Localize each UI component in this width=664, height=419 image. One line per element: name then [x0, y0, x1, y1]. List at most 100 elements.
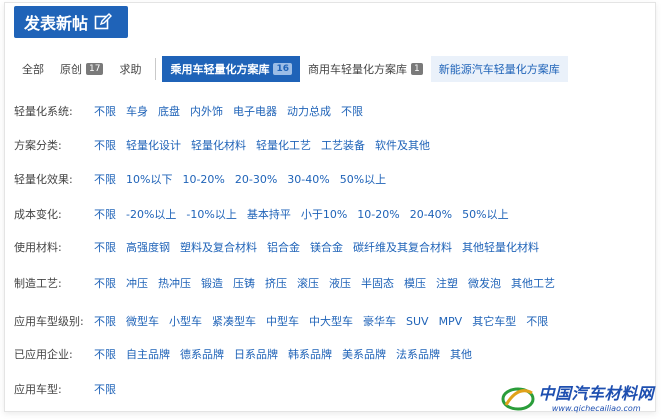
filter-option[interactable]: 不限	[526, 313, 548, 329]
filter-option[interactable]: 液压	[329, 275, 351, 291]
filter-option[interactable]: 碳纤维及其复合材料	[353, 239, 452, 255]
filter-option[interactable]: 20-40%	[410, 208, 452, 221]
filter-option[interactable]: 10%以下	[126, 171, 172, 187]
tab-label: 新能源汽车轻量化方案库	[438, 63, 560, 76]
filter-option[interactable]: 不限	[341, 103, 363, 119]
filter-option[interactable]: 中大型车	[309, 313, 353, 329]
filter-row: 成本变化: 不限 -20%以上 -10%以上 基本持平 小于10% 10-20% 20-40%…	[14, 206, 519, 222]
filter-option[interactable]: 不限	[94, 206, 116, 222]
filter-option[interactable]: 铝合金	[267, 239, 300, 255]
tab-2[interactable]: 求助	[111, 56, 149, 82]
filter-option[interactable]: 小于10%	[301, 206, 347, 222]
filter-option[interactable]: 车身	[126, 103, 148, 119]
filter-option[interactable]: 不限	[94, 239, 116, 255]
tab-5[interactable]: 新能源汽车轻量化方案库	[430, 56, 568, 82]
filter-option[interactable]: 工艺装备	[321, 137, 365, 153]
filter-option[interactable]: 半固态	[361, 275, 394, 291]
filter-option[interactable]: 10-20%	[182, 173, 224, 186]
filter-option[interactable]: 压铸	[233, 275, 255, 291]
filter-option[interactable]: 轻量化材料	[191, 137, 246, 153]
filter-option[interactable]: 自主品牌	[126, 346, 170, 362]
filter-row: 使用材料: 不限 高强度钢 塑料及复合材料 铝合金 镁合金 碳纤维及其复合材料 其他轻量化材料	[14, 239, 549, 255]
filter-option[interactable]: 小型车	[169, 313, 202, 329]
filter-option[interactable]: 美系品牌	[342, 346, 386, 362]
filter-option[interactable]: SUV	[406, 315, 429, 328]
filter-option[interactable]: 不限	[94, 381, 116, 397]
filter-option[interactable]: 法系品牌	[396, 346, 440, 362]
filter-option[interactable]: 热冲压	[158, 275, 191, 291]
filter-label: 轻量化系统:	[14, 105, 73, 118]
filter-option[interactable]: 电子电器	[233, 103, 277, 119]
filter-row: 轻量化效果: 不限 10%以下 10-20% 20-30% 30-40% 50%以上	[14, 171, 396, 187]
filter-option[interactable]: 30-40%	[287, 173, 329, 186]
post-button-label: 发表新帖	[24, 14, 89, 33]
filter-option[interactable]: 50%以上	[340, 171, 386, 187]
tab-1[interactable]: 原创 17	[52, 56, 111, 82]
filter-option[interactable]: 不限	[94, 103, 116, 119]
filter-option[interactable]: 挤压	[265, 275, 287, 291]
filter-option[interactable]: 滚压	[297, 275, 319, 291]
filter-option[interactable]: 软件及其他	[375, 137, 430, 153]
filter-option[interactable]: 韩系品牌	[288, 346, 332, 362]
filter-option[interactable]: 不限	[94, 275, 116, 291]
filter-option[interactable]: 不限	[94, 137, 116, 153]
filter-option[interactable]: -20%以上	[126, 206, 176, 222]
filter-option[interactable]: 动力总成	[287, 103, 331, 119]
tab-label: 原创	[60, 63, 82, 76]
filter-option[interactable]: 其他轻量化材料	[462, 239, 539, 255]
filter-label: 方案分类:	[14, 139, 62, 152]
filter-option[interactable]: 不限	[94, 171, 116, 187]
filter-option[interactable]: 高强度钢	[126, 239, 170, 255]
filter-row: 制造工艺: 不限 冲压 热冲压 锻造 压铸 挤压 滚压 液压 半固态 模压 注塑 微发泡 其他工艺	[14, 275, 565, 291]
post-new-thread-button[interactable]: 发表新帖	[14, 6, 128, 38]
tab-label: 全部	[22, 63, 44, 76]
filter-option[interactable]: 其它车型	[472, 313, 516, 329]
filter-option[interactable]: 模压	[404, 275, 426, 291]
filter-option[interactable]: 豪华车	[363, 313, 396, 329]
filter-row: 方案分类: 不限 轻量化设计 轻量化材料 轻量化工艺 工艺装备 软件及其他	[14, 137, 440, 153]
filter-option[interactable]: 紧凑型车	[212, 313, 256, 329]
edit-icon	[94, 13, 113, 31]
filter-option[interactable]: 50%以上	[462, 206, 508, 222]
filter-option[interactable]: 注塑	[436, 275, 458, 291]
filter-label: 成本变化:	[14, 208, 62, 221]
filter-option[interactable]: 不限	[94, 313, 116, 329]
filter-option[interactable]: 其他	[450, 346, 472, 362]
filter-option[interactable]: 微型车	[126, 313, 159, 329]
filter-option[interactable]: 基本持平	[247, 206, 291, 222]
filter-label: 使用材料:	[14, 241, 62, 254]
tab-label: 乘用车轻量化方案库	[170, 63, 270, 76]
filter-option[interactable]: 其他工艺	[511, 275, 555, 291]
tab-count-badge: 17	[86, 63, 104, 75]
filter-option[interactable]: -10%以上	[186, 206, 236, 222]
filter-option[interactable]: 轻量化工艺	[256, 137, 311, 153]
logo-swoosh-icon	[501, 387, 535, 410]
filter-option[interactable]: 日系品牌	[234, 346, 278, 362]
filter-option[interactable]: 20-30%	[235, 173, 277, 186]
filter-option[interactable]: 轻量化设计	[126, 137, 181, 153]
filter-option[interactable]: 10-20%	[357, 208, 399, 221]
filter-label: 应用车型:	[14, 383, 62, 396]
tab-separator	[155, 58, 157, 80]
tab-count-badge: 1	[410, 63, 423, 75]
filter-option[interactable]: 中型车	[266, 313, 299, 329]
filter-option[interactable]: 塑料及复合材料	[180, 239, 257, 255]
filter-row: 轻量化系统: 不限 车身 底盘 内外饰 电子电器 动力总成 不限	[14, 103, 373, 119]
tab-0[interactable]: 全部	[14, 56, 52, 82]
filter-option[interactable]: 锻造	[201, 275, 223, 291]
filter-row: 应用车型: 不限	[14, 381, 126, 397]
filter-row: 应用车型级别: 不限 微型车 小型车 紧凑型车 中型车 中大型车 豪华车 SUV MPV 其它车型不…	[14, 313, 558, 329]
filter-option[interactable]: 冲压	[126, 275, 148, 291]
tab-count-badge: 16	[273, 63, 292, 75]
filter-option[interactable]: 底盘	[158, 103, 180, 119]
filter-option[interactable]: 德系品牌	[180, 346, 224, 362]
logo-url: www.qichecailiao.com	[551, 404, 641, 413]
filter-option[interactable]: MPV	[439, 315, 463, 328]
filter-label: 已应用企业:	[14, 348, 73, 361]
filter-option[interactable]: 不限	[94, 346, 116, 362]
filter-option[interactable]: 内外饰	[190, 103, 223, 119]
tab-4[interactable]: 商用车轻量化方案库 1	[300, 56, 431, 82]
filter-option[interactable]: 镁合金	[310, 239, 343, 255]
tab-3[interactable]: 乘用车轻量化方案库 16	[162, 56, 300, 82]
filter-option[interactable]: 微发泡	[468, 275, 501, 291]
